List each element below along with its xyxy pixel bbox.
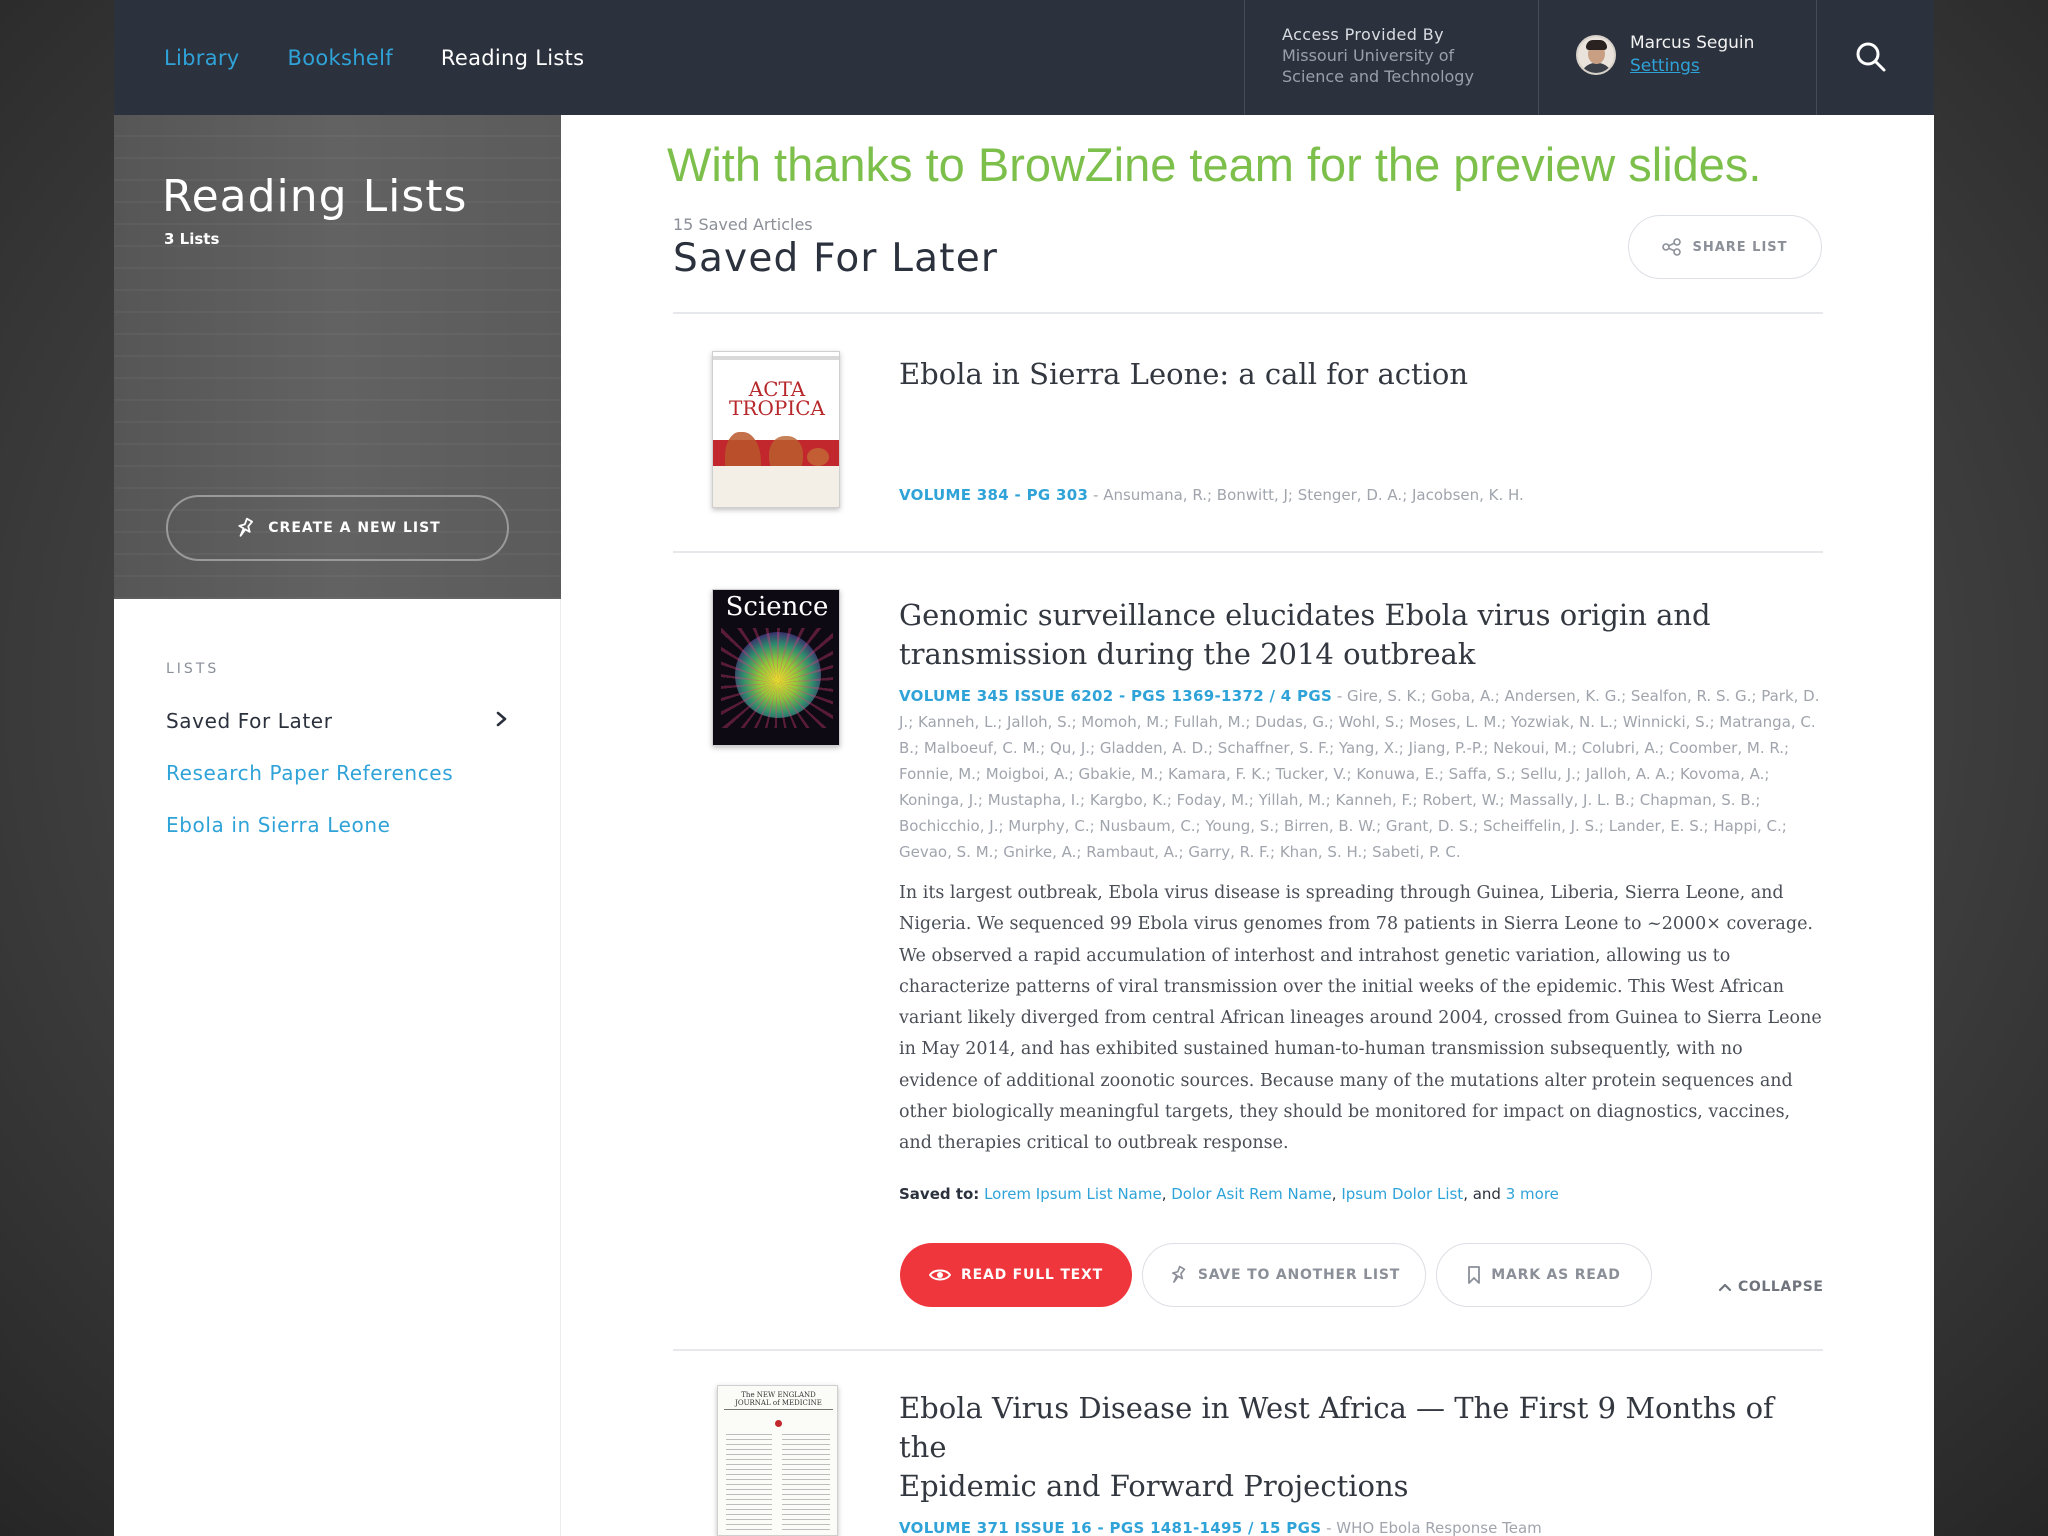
cover-masthead: The NEW ENGLAND JOURNAL of MEDICINE xyxy=(724,1391,833,1410)
topbar-divider xyxy=(1816,0,1817,115)
article-title[interactable]: Ebola Virus Disease in West Africa — The… xyxy=(899,1389,1799,1506)
article-title[interactable]: Genomic surveillance elucidates Ebola vi… xyxy=(899,596,1799,674)
avatar[interactable] xyxy=(1576,35,1616,75)
article-title-line-1: Genomic surveillance elucidates Ebola vi… xyxy=(899,598,1711,632)
article-meta: VOLUME 371 ISSUE 16 - PGS 1481-1495 / 15… xyxy=(899,1519,1542,1536)
sidebar-hero: Reading Lists 3 Lists CREATE A NEW LIST xyxy=(114,115,561,599)
lists-heading: LISTS xyxy=(166,661,220,677)
journal-cover-science[interactable]: Science xyxy=(712,589,840,746)
article-volume[interactable]: VOLUME 371 ISSUE 16 - PGS 1481-1495 / 15… xyxy=(899,1519,1321,1536)
list-count: 3 Lists xyxy=(164,230,220,248)
article-title-line-1: Ebola Virus Disease in West Africa — The… xyxy=(899,1391,1774,1464)
divider xyxy=(673,551,1823,553)
nav-reading-lists[interactable]: Reading Lists xyxy=(441,46,584,70)
article-meta: VOLUME 345 ISSUE 6202 - PGS 1369-1372 / … xyxy=(899,687,1820,861)
mark-as-read-label: MARK AS READ xyxy=(1491,1267,1621,1283)
saved-to-list-link[interactable]: Ipsum Dolor List xyxy=(1341,1185,1463,1203)
saved-to-more-link[interactable]: 3 more xyxy=(1506,1185,1559,1203)
article-volume[interactable]: VOLUME 345 ISSUE 6202 - PGS 1369-1372 / … xyxy=(899,687,1332,705)
divider xyxy=(673,1349,1823,1351)
create-list-label: CREATE A NEW LIST xyxy=(268,520,441,536)
institution-line-2: Science and Technology xyxy=(1282,67,1474,86)
eye-icon xyxy=(929,1269,951,1281)
user-name: Marcus Seguin xyxy=(1630,33,1755,53)
chevron-up-icon xyxy=(1718,1283,1732,1292)
share-list-button[interactable]: SHARE LIST xyxy=(1628,215,1822,279)
divider xyxy=(673,312,1823,314)
pin-icon xyxy=(1171,1265,1186,1283)
save-to-another-list-label: SAVE TO ANOTHER LIST xyxy=(1197,1267,1401,1283)
app-window: Library Bookshelf Reading Lists Access P… xyxy=(114,0,1934,1536)
article-title-line-2: Epidemic and Forward Projections xyxy=(899,1469,1409,1503)
sidebar-title: Reading Lists xyxy=(162,171,468,222)
institution-line-1: Missouri University of xyxy=(1282,46,1455,65)
journal-cover-nejm[interactable]: The NEW ENGLAND JOURNAL of MEDICINE xyxy=(717,1385,838,1536)
saved-to-and: , and xyxy=(1463,1185,1501,1203)
read-full-text-label: READ FULL TEXT xyxy=(961,1267,1103,1283)
read-full-text-button[interactable]: READ FULL TEXT xyxy=(900,1243,1132,1307)
article-authors: WHO Ebola Response Team xyxy=(1336,1519,1542,1536)
article-authors: Ansumana, R.; Bonwitt, J; Stenger, D. A.… xyxy=(1103,486,1524,504)
sidebar-item-saved-for-later[interactable]: Saved For Later xyxy=(166,709,333,733)
cover-masthead: Science xyxy=(725,592,829,622)
saved-to: Saved to: Lorem Ipsum List Name, Dolor A… xyxy=(899,1185,1559,1203)
topbar-divider xyxy=(1538,0,1539,115)
access-label: Access Provided By xyxy=(1282,25,1445,44)
page-title: Saved For Later xyxy=(673,236,999,281)
settings-link[interactable]: Settings xyxy=(1630,55,1754,78)
pin-icon xyxy=(238,517,254,537)
share-icon xyxy=(1662,238,1682,256)
article-title[interactable]: Ebola in Sierra Leone: a call for action xyxy=(899,355,1799,394)
thanks-caption: With thanks to BrowZine team for the pre… xyxy=(667,138,1762,191)
mark-as-read-button[interactable]: MARK AS READ xyxy=(1436,1243,1652,1307)
saved-to-label: Saved to: xyxy=(899,1185,980,1203)
saved-articles-count: 15 Saved Articles xyxy=(673,215,813,234)
nav-bookshelf[interactable]: Bookshelf xyxy=(288,46,393,70)
article-abstract: In its largest outbreak, Ebola virus dis… xyxy=(899,883,1822,1154)
saved-to-list-link[interactable]: Dolor Asit Rem Name xyxy=(1171,1185,1332,1203)
saved-to-list-link[interactable]: Lorem Ipsum List Name xyxy=(984,1185,1162,1203)
cover-title-line-2: TROPICA xyxy=(729,396,825,420)
user-menu[interactable]: Marcus Seguin Settings xyxy=(1576,30,1754,80)
share-list-label: SHARE LIST xyxy=(1692,239,1788,255)
topbar-divider xyxy=(1244,0,1245,115)
save-to-another-list-button[interactable]: SAVE TO ANOTHER LIST xyxy=(1142,1243,1426,1307)
chevron-right-icon xyxy=(496,711,507,727)
journal-cover-acta-tropica[interactable]: ACTA TROPICA xyxy=(712,351,840,508)
create-list-button[interactable]: CREATE A NEW LIST xyxy=(166,495,509,561)
article-meta: VOLUME 384 - PG 303 - Ansumana, R.; Bonw… xyxy=(899,486,1524,504)
nav-library[interactable]: Library xyxy=(164,46,240,70)
top-bar: Library Bookshelf Reading Lists Access P… xyxy=(114,0,1934,115)
collapse-button[interactable]: COLLAPSE xyxy=(1718,1279,1824,1295)
article-title-line-2: transmission during the 2014 outbreak xyxy=(899,637,1476,671)
bookmark-icon xyxy=(1468,1266,1481,1284)
collapse-label: COLLAPSE xyxy=(1738,1279,1824,1295)
article-volume[interactable]: VOLUME 384 - PG 303 xyxy=(899,486,1088,504)
search-icon[interactable] xyxy=(1854,40,1888,74)
access-provider: Access Provided By Missouri University o… xyxy=(1282,24,1474,87)
sidebar-item-research-paper-references[interactable]: Research Paper References xyxy=(166,761,453,785)
main-nav: Library Bookshelf Reading Lists xyxy=(164,0,584,115)
article-authors: Gire, S. K.; Goba, A.; Andersen, K. G.; … xyxy=(899,687,1820,861)
sidebar-lists: LISTS Saved For Later Research Paper Ref… xyxy=(114,599,561,1536)
sidebar-item-ebola-in-sierra-leone[interactable]: Ebola in Sierra Leone xyxy=(166,813,391,837)
